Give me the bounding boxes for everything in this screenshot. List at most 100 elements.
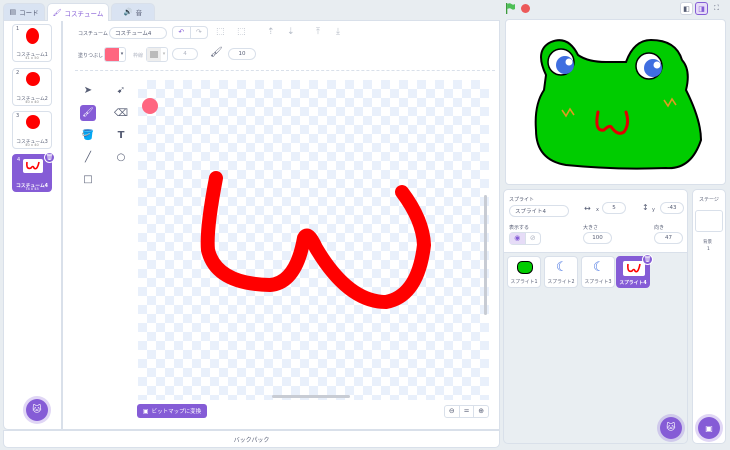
- sprite-name: スプライト4: [619, 281, 647, 286]
- delete-sprite-button[interactable]: 🗑: [642, 254, 653, 265]
- image-icon: ▣: [705, 423, 713, 433]
- group-icon[interactable]: ⬚: [216, 27, 225, 37]
- brush-tool-icon[interactable]: 🖌: [80, 105, 96, 121]
- forward-icon[interactable]: ⇡: [267, 27, 275, 37]
- horizontal-scrollbar[interactable]: [272, 395, 350, 398]
- backdrops-count: 1: [707, 247, 710, 252]
- outline-color-picker[interactable]: ▾: [146, 47, 168, 62]
- costume-number: 4: [17, 157, 21, 163]
- x-arrows-icon: ↔: [584, 204, 591, 213]
- direction-label: 向き: [654, 225, 665, 231]
- brush-size-input[interactable]: 10: [228, 48, 256, 60]
- costume-size: 41 x 50: [25, 56, 39, 60]
- zoom-out-icon[interactable]: ⊖: [445, 406, 460, 417]
- show-eye-icon[interactable]: ◉: [510, 233, 526, 244]
- undo-icon[interactable]: ↶: [173, 27, 191, 38]
- chevron-down-icon: ▾: [120, 51, 124, 57]
- sprite-name: スプライト2: [547, 280, 575, 285]
- chevron-down-icon: ▾: [162, 51, 166, 57]
- choose-costume-button[interactable]: 🐱: [26, 399, 48, 421]
- hide-eye-icon[interactable]: ⊘: [526, 233, 541, 244]
- backpack-bar[interactable]: バックパック: [3, 430, 500, 448]
- drawing-stroke: [200, 171, 431, 309]
- sprite-name: スプライト1: [510, 280, 538, 285]
- size-input[interactable]: 100: [583, 232, 612, 244]
- trash-icon: 🗑: [643, 256, 652, 263]
- direction-input[interactable]: 47: [654, 232, 683, 244]
- costume-number: 2: [16, 70, 20, 76]
- fill-tool-icon[interactable]: 🪣: [80, 127, 96, 143]
- sprite-item-1[interactable]: スプライト1: [507, 256, 541, 288]
- y-label: y: [652, 207, 655, 213]
- costume-item-3[interactable]: 3 コスチューム3 40 x 40: [12, 111, 52, 149]
- sprite-item-4[interactable]: 🗑 スプライト4: [616, 254, 653, 288]
- moon-thumbnail: ☾: [593, 260, 605, 275]
- code-icon: ▤: [9, 8, 17, 16]
- y-position-input[interactable]: -43: [660, 202, 684, 214]
- delete-costume-button[interactable]: 🗑: [44, 152, 55, 163]
- outline-label: 枠線: [133, 53, 144, 59]
- backdrop-thumbnail: [695, 210, 723, 232]
- tab-sounds[interactable]: 🔊 音: [111, 3, 155, 20]
- fullscreen-icon[interactable]: ⛶: [710, 2, 723, 15]
- show-label: 表示する: [509, 225, 530, 231]
- costume-item-2[interactable]: 2 コスチューム2 40 x 40: [12, 68, 52, 106]
- zoom-reset-button[interactable]: =: [460, 406, 475, 417]
- select-tool-icon[interactable]: ➤: [80, 82, 96, 98]
- tab-sounds-label: 音: [135, 9, 143, 17]
- trash-icon: 🗑: [45, 154, 54, 161]
- x-position-input[interactable]: 5: [602, 202, 626, 214]
- reshape-tool-icon[interactable]: ➹: [113, 82, 129, 98]
- stage-title: ステージ: [699, 197, 719, 203]
- frog-thumbnail: [517, 261, 533, 274]
- eraser-tool-icon[interactable]: ⌫: [113, 105, 129, 121]
- costume-item-4[interactable]: 4 🗑 コスチューム4 74 x 45: [12, 152, 55, 192]
- backward-icon[interactable]: ⇣: [287, 27, 295, 37]
- green-flag-icon[interactable]: [505, 3, 515, 14]
- fill-color-picker[interactable]: ▾: [104, 47, 126, 62]
- line-tool-icon[interactable]: ╱: [80, 149, 96, 165]
- convert-to-bitmap-button[interactable]: ▣ ビットマップに変換: [137, 404, 207, 418]
- sprite-item-2[interactable]: ☾ スプライト2: [544, 256, 578, 288]
- circle-tool-icon[interactable]: ○: [113, 149, 129, 165]
- stop-icon[interactable]: [521, 4, 530, 13]
- costume-item-1[interactable]: 1 コスチューム1 41 x 50: [12, 24, 52, 62]
- costume-size: 40 x 40: [25, 100, 39, 104]
- costume-thumbnail: [26, 28, 39, 44]
- stage-canvas[interactable]: [505, 19, 726, 185]
- zoom-controls: ⊖ = ⊕: [444, 405, 489, 418]
- fill-label: 塗りつぶし: [78, 53, 104, 59]
- costume-thumbnail: [23, 159, 43, 173]
- small-stage-icon[interactable]: ◧: [680, 2, 693, 15]
- normal-stage-icon[interactable]: ◨: [695, 2, 708, 15]
- costume-thumbnail: [26, 115, 40, 129]
- x-label: x: [596, 207, 599, 213]
- costume-number: 3: [16, 113, 20, 119]
- undo-redo-group: ↶ ↷: [172, 26, 208, 39]
- outline-width-input[interactable]: 4: [172, 48, 198, 60]
- moon-thumbnail: ☾: [556, 260, 568, 275]
- sprite-name-input[interactable]: スプライト4: [509, 205, 569, 217]
- tab-costumes[interactable]: 🖌 コスチューム: [47, 3, 109, 21]
- frog-sprite: [534, 38, 703, 170]
- sprite-item-3[interactable]: ☾ スプライト3: [581, 256, 615, 288]
- costume-name-input[interactable]: コスチューム4: [109, 27, 167, 39]
- text-tool-icon[interactable]: T: [113, 127, 129, 143]
- zoom-in-icon[interactable]: ⊕: [474, 406, 488, 417]
- vertical-scrollbar[interactable]: [484, 195, 487, 315]
- speaker-icon: 🔊: [123, 8, 133, 16]
- rectangle-tool-icon[interactable]: □: [80, 171, 96, 187]
- ungroup-icon[interactable]: ⬚: [237, 27, 246, 37]
- front-icon[interactable]: ⤒: [316, 27, 320, 37]
- redo-icon[interactable]: ↷: [191, 27, 208, 38]
- drawing-canvas[interactable]: [138, 80, 489, 400]
- brush-size-icon: 🖌: [210, 47, 223, 58]
- image-icon: ▣: [142, 407, 149, 415]
- choose-backdrop-button[interactable]: ▣: [698, 417, 720, 439]
- sprite-label: スプライト: [509, 197, 535, 203]
- y-arrows-icon: ↕: [642, 203, 649, 212]
- back-icon[interactable]: ⤓: [336, 27, 340, 37]
- backpack-label: バックパック: [233, 436, 270, 444]
- choose-sprite-button[interactable]: 🐱: [660, 417, 682, 439]
- tab-code[interactable]: ▤ コード: [3, 3, 45, 20]
